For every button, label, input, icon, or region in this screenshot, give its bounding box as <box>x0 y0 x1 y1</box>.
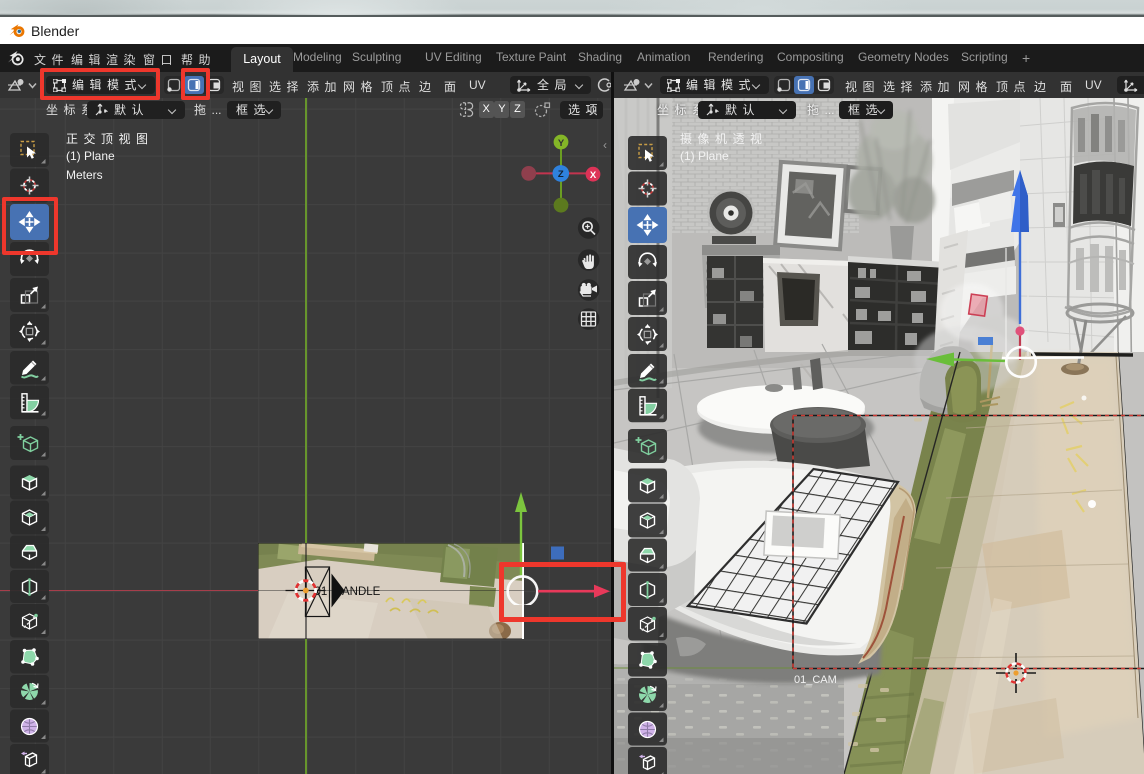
svg-text:X: X <box>590 170 597 181</box>
svg-text:ANDLE: ANDLE <box>342 586 381 598</box>
svg-text:01_CAM: 01_CAM <box>794 674 837 686</box>
svg-text:Y: Y <box>558 138 565 149</box>
svg-text:Z: Z <box>558 169 564 180</box>
